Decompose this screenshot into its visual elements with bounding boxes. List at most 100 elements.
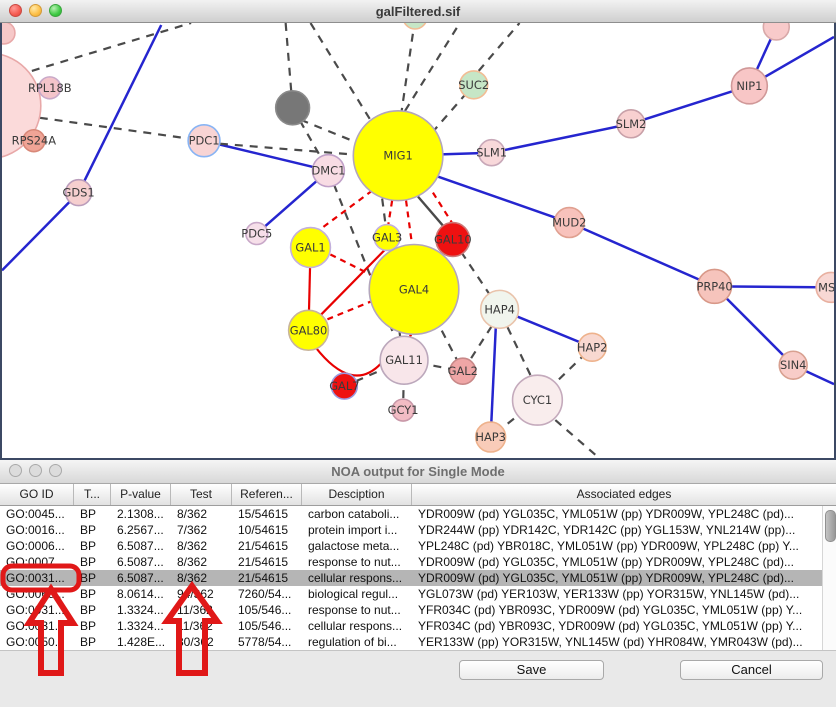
minimize-button-icon[interactable] xyxy=(29,4,42,17)
node-GAL80[interactable]: GAL80 xyxy=(289,310,329,350)
column-header-t-[interactable]: T... xyxy=(74,484,111,505)
minimize-button-icon[interactable] xyxy=(29,464,42,477)
table-row[interactable]: GO:0065...BP8.0614...94/3627260/54...bio… xyxy=(0,586,822,602)
node-GDS1[interactable]: GDS1 xyxy=(63,180,95,206)
node-corner-pink[interactable] xyxy=(2,23,15,44)
node-MIG1[interactable]: MIG1 xyxy=(353,111,443,201)
zoom-button-icon[interactable] xyxy=(49,4,62,17)
node-GAL2[interactable]: GAL2 xyxy=(448,358,478,384)
node-HAP4[interactable]: HAP4 xyxy=(481,290,519,328)
table-cell: YFR034C (pd) YBR093C, YDR009W (pd) YGL03… xyxy=(412,618,822,634)
noa-window-titlebar[interactable]: NOA output for Single Mode xyxy=(0,460,836,484)
network-edge[interactable] xyxy=(327,301,371,319)
network-edge[interactable] xyxy=(418,197,443,226)
node-pink-top-right[interactable] xyxy=(763,23,789,40)
network-window-title: galFiltered.sif xyxy=(0,4,836,19)
save-button[interactable]: Save xyxy=(459,660,604,680)
close-button-icon[interactable] xyxy=(9,464,22,477)
network-edge[interactable] xyxy=(301,120,363,145)
node-SIN4[interactable]: SIN4 xyxy=(779,351,807,379)
node-circle[interactable] xyxy=(763,23,789,40)
node-label: PDC5 xyxy=(241,227,272,241)
column-header-go-id[interactable]: GO ID xyxy=(0,484,74,505)
table-row[interactable]: GO:0045...BP2.1308...8/36215/54615carbon… xyxy=(0,506,822,522)
node-label: HAP4 xyxy=(484,302,515,316)
node-PRP40[interactable]: PRP40 xyxy=(696,269,732,303)
node-HAP2[interactable]: HAP2 xyxy=(577,333,608,361)
network-edge[interactable] xyxy=(569,223,714,287)
network-canvas-area[interactable]: RPL18BRPS24AGDS1PDC1MIG1SUC2SLM1SLM2NIP1… xyxy=(0,23,836,460)
table-cell: YFR034C (pd) YBR093C, YDR009W (pd) YGL03… xyxy=(412,602,822,618)
node-PDC1[interactable]: PDC1 xyxy=(188,125,220,157)
node-GAL10[interactable]: GAL10 xyxy=(434,223,472,257)
node-GAL4[interactable]: GAL4 xyxy=(369,244,459,334)
node-SLM2[interactable]: SLM2 xyxy=(616,110,647,138)
network-edge[interactable] xyxy=(204,141,328,171)
network-edge[interactable] xyxy=(318,191,372,231)
node-circle[interactable] xyxy=(403,23,427,29)
node-label: GAL10 xyxy=(434,232,472,246)
node-label: MSN xyxy=(818,280,834,294)
table-cell: 21/54615 xyxy=(232,538,302,554)
column-header-referen-[interactable]: Referen... xyxy=(232,484,302,505)
node-green-top[interactable] xyxy=(403,23,427,29)
zoom-button-icon[interactable] xyxy=(49,464,62,477)
network-edge[interactable] xyxy=(32,23,191,71)
cancel-button[interactable]: Cancel xyxy=(680,660,823,680)
node-SUC2[interactable]: SUC2 xyxy=(458,71,489,99)
table-row[interactable]: GO:0006...BP6.5087...8/36221/54615galact… xyxy=(0,538,822,554)
network-canvas[interactable]: RPL18BRPS24AGDS1PDC1MIG1SUC2SLM1SLM2NIP1… xyxy=(2,23,834,458)
table-cell: YPL248C (pd) YBR018C, YML051W (pp) YDR00… xyxy=(412,538,822,554)
network-edge[interactable] xyxy=(508,327,532,377)
node-GAL11[interactable]: GAL11 xyxy=(380,336,428,384)
table-cell: 7/362 xyxy=(171,522,232,538)
table-row[interactable]: GO:0007...BP6.5087...8/36221/54615respon… xyxy=(0,554,822,570)
node-NIP1[interactable]: NIP1 xyxy=(731,68,767,104)
table-row[interactable]: GO:0050...BP1.428E...80/3625778/54...reg… xyxy=(0,634,822,650)
node-GCY1[interactable]: GCY1 xyxy=(388,399,419,421)
node-GAL7[interactable]: GAL7 xyxy=(329,373,359,399)
network-edge[interactable] xyxy=(555,420,599,458)
node-GAL3[interactable]: GAL3 xyxy=(372,225,402,251)
column-header-desciption[interactable]: Desciption xyxy=(302,484,412,505)
node-circle[interactable] xyxy=(276,91,310,125)
node-CYC1[interactable]: CYC1 xyxy=(513,375,563,425)
network-edge[interactable] xyxy=(79,25,162,193)
node-PDC5[interactable]: PDC5 xyxy=(241,223,272,245)
scrollbar-thumb[interactable] xyxy=(825,510,836,542)
node-MSN[interactable]: MSN xyxy=(816,272,834,302)
node-label: RPS24A xyxy=(12,134,57,148)
table-row[interactable]: GO:0031...BP1.3324...11/362105/546...cel… xyxy=(0,618,822,634)
node-label: GAL2 xyxy=(448,364,478,378)
network-edge[interactable] xyxy=(315,347,381,375)
network-edge[interactable] xyxy=(388,201,392,226)
table-cell: BP xyxy=(74,506,111,522)
network-edge[interactable] xyxy=(479,23,520,71)
network-edge[interactable] xyxy=(40,118,204,141)
close-button-icon[interactable] xyxy=(9,4,22,17)
node-SLM1[interactable]: SLM1 xyxy=(476,140,507,166)
node-DMC1[interactable]: DMC1 xyxy=(311,155,345,187)
node-MUD2[interactable]: MUD2 xyxy=(552,208,586,238)
network-edge[interactable] xyxy=(492,124,631,153)
vertical-scrollbar[interactable] xyxy=(822,506,836,650)
table-cell: BP xyxy=(74,586,111,602)
column-header-test[interactable]: Test xyxy=(171,484,232,505)
table-row[interactable]: GO:0016...BP6.2567...7/36210/54615protei… xyxy=(0,522,822,538)
column-header-p-value[interactable]: P-value xyxy=(111,484,171,505)
network-window-titlebar[interactable]: galFiltered.sif xyxy=(0,0,836,23)
network-edge[interactable] xyxy=(311,23,376,128)
table-row[interactable]: GO:0031...BP6.5087...8/36221/54615cellul… xyxy=(0,570,822,586)
node-HAP3[interactable]: HAP3 xyxy=(475,422,506,452)
network-edge[interactable] xyxy=(2,193,79,271)
column-header-associated-edges[interactable]: Associated edges xyxy=(412,484,836,505)
table-cell: 6.5087... xyxy=(111,570,171,586)
node-GAL1[interactable]: GAL1 xyxy=(291,228,331,268)
table-row[interactable]: GO:0031...BP1.3324...11/362105/546...res… xyxy=(0,602,822,618)
network-edge[interactable] xyxy=(401,23,415,115)
network-edge[interactable] xyxy=(330,254,370,274)
node-gray-node[interactable] xyxy=(276,91,310,125)
node-label: GAL11 xyxy=(385,353,423,367)
node-circle[interactable] xyxy=(2,23,15,44)
network-edge[interactable] xyxy=(406,201,412,245)
